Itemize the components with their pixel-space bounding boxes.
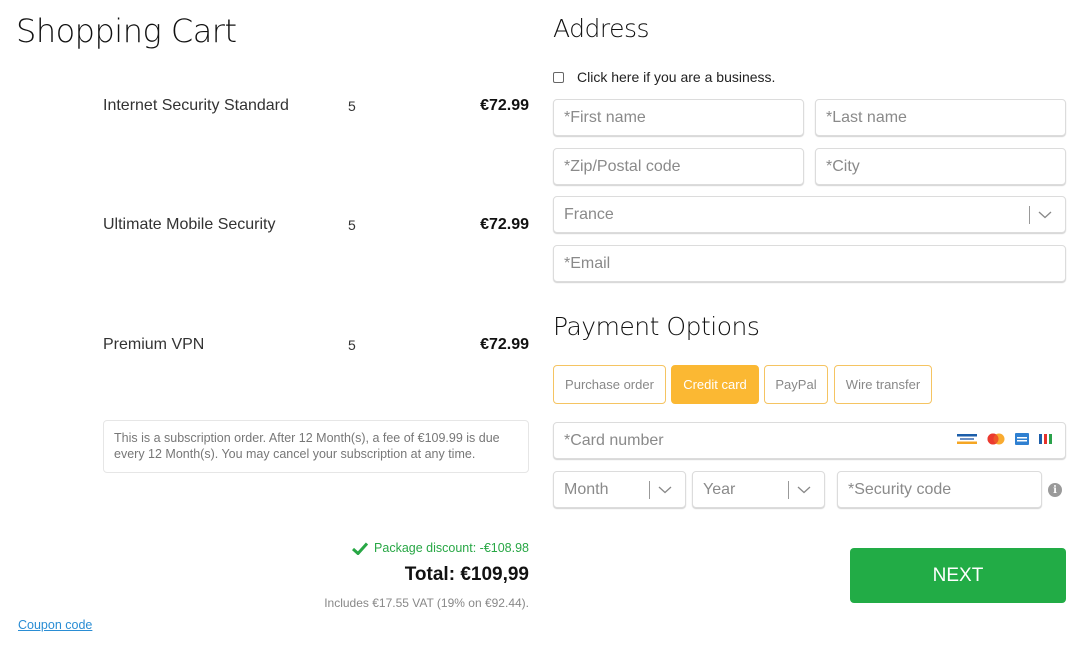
item-price: €72.99 xyxy=(480,336,529,353)
card-number-input[interactable]: *Card number xyxy=(553,422,1066,459)
cart-item: Premium VPN 5 €72.99 xyxy=(103,336,529,360)
item-name: Ultimate Mobile Security xyxy=(103,216,276,233)
country-dropdown-toggle[interactable] xyxy=(1029,204,1065,226)
item-quantity: 5 xyxy=(348,217,356,233)
payment-wire-transfer[interactable]: Wire transfer xyxy=(834,365,932,404)
chevron-down-icon xyxy=(658,486,672,494)
order-total: Total: €109,99 xyxy=(404,564,529,585)
chevron-down-icon xyxy=(1038,211,1052,219)
address-title: Address xyxy=(553,14,650,43)
generic-card-icon xyxy=(957,434,977,444)
expiry-month-select[interactable]: Month xyxy=(553,471,686,508)
business-checkbox-label: Click here if you are a business. xyxy=(577,69,776,85)
card-number-placeholder: *Card number xyxy=(564,431,664,449)
zip-code-placeholder: *Zip/Postal code xyxy=(564,157,681,175)
city-placeholder: *City xyxy=(826,157,860,175)
first-name-input[interactable]: *First name xyxy=(553,99,804,136)
email-input[interactable]: *Email xyxy=(553,245,1066,282)
city-input[interactable]: *City xyxy=(815,148,1066,185)
coupon-code-link[interactable]: Coupon code xyxy=(18,618,92,632)
year-value: Year xyxy=(703,480,736,498)
business-checkbox[interactable] xyxy=(553,71,564,83)
business-checkbox-row[interactable]: Click here if you are a business. xyxy=(553,69,775,85)
chevron-down-icon xyxy=(797,486,811,494)
payment-purchase-order[interactable]: Purchase order xyxy=(553,365,666,404)
country-select[interactable]: France xyxy=(553,196,1066,233)
item-price: €72.99 xyxy=(480,216,529,233)
item-quantity: 5 xyxy=(348,98,356,114)
cart-item: Internet Security Standard 5 €72.99 xyxy=(103,97,529,121)
first-name-placeholder: *First name xyxy=(564,108,646,126)
payment-title: Payment Options xyxy=(553,312,760,341)
cart-item: Ultimate Mobile Security 5 €72.99 xyxy=(103,216,529,240)
expiry-year-select[interactable]: Year xyxy=(692,471,825,508)
last-name-input[interactable]: *Last name xyxy=(815,99,1066,136)
security-code-input[interactable]: *Security code xyxy=(837,471,1042,508)
checkmark-icon xyxy=(352,541,369,555)
striped-card-icon xyxy=(1039,434,1052,444)
item-name: Internet Security Standard xyxy=(103,97,289,114)
discount-text: Package discount: -€108.98 xyxy=(374,541,529,555)
month-dropdown-toggle[interactable] xyxy=(649,479,685,501)
vat-note: Includes €17.55 VAT (19% on €92.44). xyxy=(324,596,529,610)
zip-code-input[interactable]: *Zip/Postal code xyxy=(553,148,804,185)
next-button[interactable]: NEXT xyxy=(850,548,1066,603)
year-dropdown-toggle[interactable] xyxy=(788,479,824,501)
mastercard-icon xyxy=(987,433,1005,445)
month-value: Month xyxy=(564,480,609,498)
card-brand-icons xyxy=(957,433,1053,445)
cart-title: Shopping Cart xyxy=(16,12,237,50)
package-discount: Package discount: -€108.98 xyxy=(352,541,529,555)
item-price: €72.99 xyxy=(480,97,529,114)
subscription-note: This is a subscription order. After 12 M… xyxy=(103,420,529,473)
payment-credit-card[interactable]: Credit card xyxy=(671,365,759,404)
email-placeholder: *Email xyxy=(564,254,611,272)
card-icon xyxy=(1015,433,1029,445)
security-code-placeholder: *Security code xyxy=(848,480,952,498)
country-value: France xyxy=(564,205,614,223)
payment-paypal[interactable]: PayPal xyxy=(764,365,828,404)
last-name-placeholder: *Last name xyxy=(826,108,907,126)
item-quantity: 5 xyxy=(348,337,356,353)
item-name: Premium VPN xyxy=(103,336,205,353)
info-icon[interactable]: i xyxy=(1048,483,1062,497)
